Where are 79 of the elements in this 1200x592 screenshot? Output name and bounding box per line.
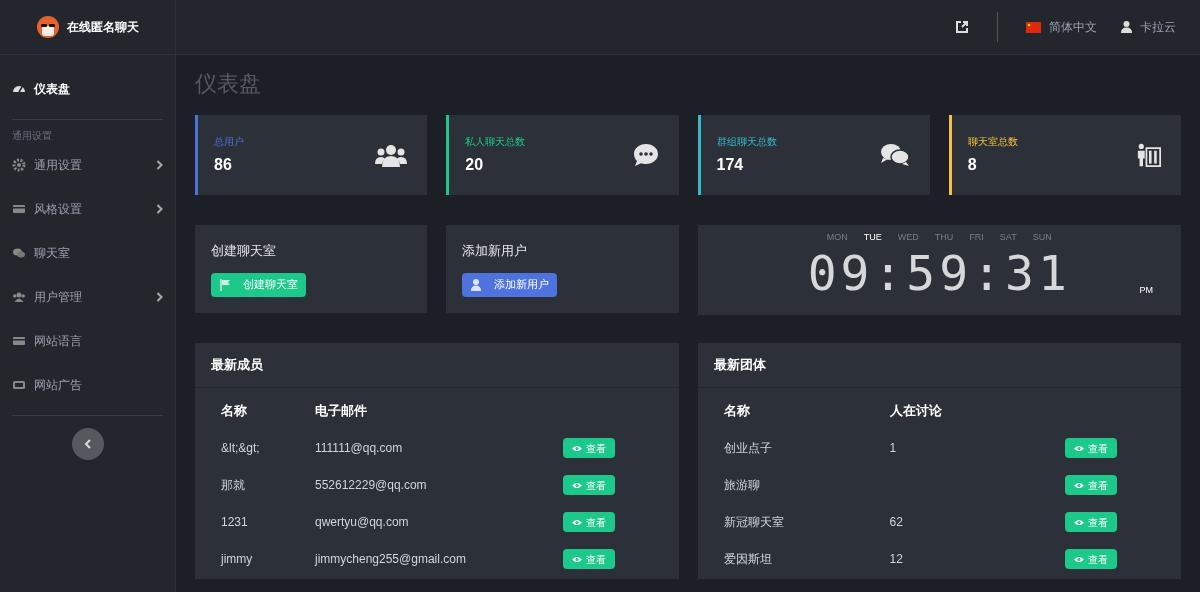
table-cell-text: 552612229@qq.com: [315, 477, 428, 494]
stat-value: 86: [214, 154, 233, 175]
sidebar-item[interactable]: 聊天室: [12, 231, 163, 275]
room-icon: [1137, 143, 1161, 167]
table-cell-text: 111111@qq.com: [315, 440, 404, 457]
table-cell-text: 62: [889, 514, 904, 531]
user-icon: [470, 277, 483, 292]
flag-icon: [1026, 21, 1041, 33]
clock-time: 09:59:31: [807, 248, 1071, 297]
table-cell-text: jimmy: [221, 551, 254, 568]
card-title: 最新团体: [697, 343, 1181, 388]
eye-icon: [571, 555, 582, 563]
table-cell-text: &lt;&gt;: [221, 440, 261, 457]
user-menu[interactable]: 卡拉云: [1121, 18, 1176, 36]
table-cell-text: 1: [889, 440, 898, 457]
meridiem-label: PM: [1139, 283, 1153, 297]
eye-icon: [1074, 481, 1084, 489]
sidebar-item[interactable]: 网站语言: [12, 319, 163, 363]
stat-label: 私人聊天总数: [465, 134, 526, 149]
sidebar-item[interactable]: 风格设置: [12, 187, 163, 231]
table-cell-text: qwertyu@qq.com: [315, 514, 410, 531]
sidebar-item[interactable]: 仪表盘: [12, 67, 163, 111]
eye-icon: [1074, 555, 1084, 563]
table-cell-text: 12: [889, 551, 904, 568]
chat-bubbles-icon: [12, 246, 26, 260]
column-header: 名称: [723, 401, 751, 420]
eye-icon: [1074, 518, 1084, 526]
users-icon: [12, 290, 26, 304]
stat-label: 群组聊天总数: [716, 134, 777, 149]
column-header: 名称: [221, 401, 248, 420]
user-icon: [1121, 21, 1132, 33]
sidebar-section-heading: 通用设置: [11, 129, 53, 143]
gear-icon: [12, 158, 26, 172]
table-cell-text: 1231: [221, 514, 249, 531]
card-icon: [12, 334, 26, 348]
stat-value: 8: [967, 154, 978, 175]
external-link-icon[interactable]: [955, 20, 969, 34]
stat-label: 总用户: [214, 134, 244, 149]
eye-icon: [571, 444, 582, 452]
page-title: 仪表盘: [195, 73, 262, 95]
weekday-label: WED: [897, 231, 919, 244]
weekday-label: FRI: [969, 231, 984, 244]
stat-value: 174: [716, 154, 745, 175]
action-button[interactable]: 添加新用户: [462, 272, 558, 297]
sidebar-item[interactable]: 用户管理: [12, 275, 163, 319]
brand-name: 在线匿名聊天: [66, 19, 139, 36]
column-header: 电子邮件: [315, 401, 368, 420]
collapse-sidebar-button[interactable]: [71, 428, 104, 460]
weekday-label: SUN: [1032, 231, 1052, 244]
flag-icon: [219, 277, 231, 292]
weekday-label: MON: [826, 231, 848, 244]
speech-bubbles-icon: [879, 143, 910, 167]
eye-icon: [1074, 444, 1084, 452]
users-icon: [375, 143, 408, 167]
table-cell-text: 创业点子: [723, 440, 773, 457]
chevron-left-icon: [83, 439, 92, 449]
table-cell-text: 爱因斯坦: [723, 551, 773, 568]
stat-value: 20: [465, 154, 485, 175]
card-icon: [12, 202, 26, 216]
sidebar-item[interactable]: 网站广告: [12, 363, 163, 407]
sidebar-item[interactable]: 通用设置: [12, 143, 163, 187]
logo-icon: [36, 16, 59, 38]
action-title: 添加新用户: [462, 242, 529, 260]
eye-icon: [571, 518, 582, 526]
weekday-label: SAT: [999, 231, 1017, 244]
table-cell-text: jimmycheng255@gmail.com: [315, 551, 467, 568]
weekday-label: TUE: [863, 231, 882, 244]
action-title: 创建聊天室: [211, 242, 277, 260]
card-title: 最新成员: [195, 343, 679, 388]
speech-bubble-icon: [632, 143, 659, 167]
table-cell-text: 那就: [221, 477, 246, 494]
ad-icon: [12, 378, 26, 392]
language-selector[interactable]: 简体中文: [1026, 18, 1097, 36]
weekday-label: THU: [934, 231, 954, 244]
eye-icon: [571, 481, 582, 489]
table-cell-text: 新冠聊天室: [723, 514, 785, 531]
stat-label: 聊天室总数: [967, 134, 1018, 149]
column-header: 人在讨论: [889, 401, 943, 420]
table-cell-text: 旅游聊: [723, 477, 761, 494]
